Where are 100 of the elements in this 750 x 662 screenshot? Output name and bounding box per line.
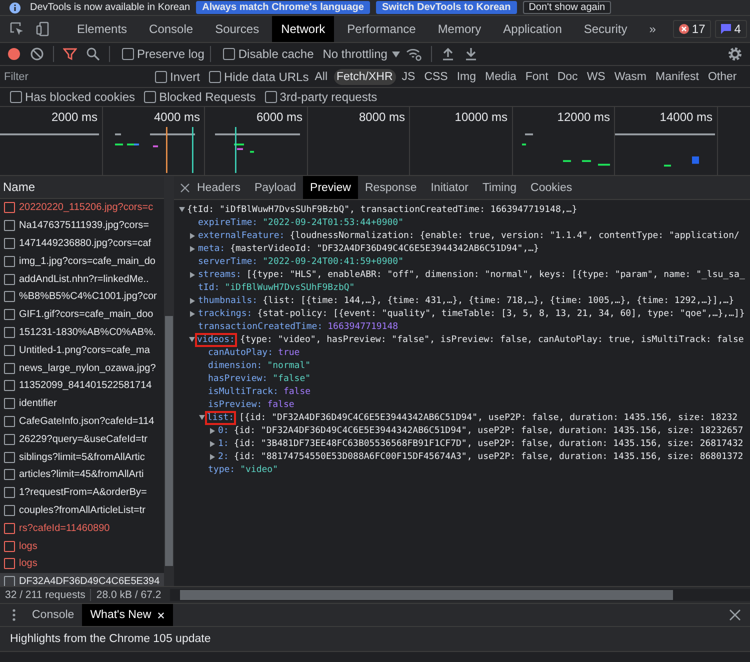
checkbox[interactable] [10,91,22,103]
panel-tab[interactable]: Console [140,16,202,42]
banner-button[interactable]: Don't show again [522,1,612,14]
property-key[interactable]: meta: [198,244,226,254]
request-row[interactable]: addAndList.nhn?r=linkedMe.. [0,270,164,288]
checkbox-label[interactable]: Preserve log [137,47,204,61]
request-row[interactable]: articles?limit=45&fromAllArti [0,466,164,484]
request-row[interactable]: GIF1.gif?cors=cafe_main_doo [0,306,164,324]
request-row[interactable]: 11352099_841401522581714 [0,376,164,395]
detail-tab[interactable]: Headers [190,176,248,199]
type-filter-button[interactable]: Other [704,68,740,84]
banner-button[interactable]: Switch DevTools to Korean [376,1,517,14]
panel-tab[interactable]: Performance [338,16,425,42]
request-row[interactable]: Untitled-1.png?cors=cafe_ma [0,341,164,360]
checkbox-label[interactable]: Blocked Requests [159,90,256,104]
expand-triangle-icon[interactable] [210,428,215,434]
detail-tab[interactable]: Initiator [424,176,476,199]
detail-tab[interactable]: Timing [475,176,524,199]
detail-tab[interactable]: Payload [247,176,304,199]
panel-tab[interactable]: Memory [428,16,490,42]
property-key[interactable]: 2: [218,452,229,462]
request-row[interactable]: logs [0,537,164,555]
property-key[interactable]: 1: [218,438,229,448]
expand-triangle-icon[interactable] [190,272,195,278]
upload-icon[interactable] [441,47,456,61]
more-tabs-button[interactable]: » [640,16,665,42]
property-key[interactable]: transactionCreatedTime: [198,322,323,332]
property-key[interactable]: isPreview: [208,400,262,410]
settings-icon[interactable] [727,46,743,62]
expand-triangle-icon[interactable] [199,415,205,420]
property-key[interactable]: videos: [197,334,235,344]
request-row[interactable]: %B8%B5%C4%C1001.jpg?cor [0,288,164,306]
request-row[interactable]: 26229?query=&useCafeId=tr [0,430,164,448]
request-row[interactable]: news_large_nylon_ozawa.jpg? [0,359,164,377]
detail-tab[interactable]: Cookies [524,176,580,199]
expand-triangle-icon[interactable] [190,246,195,252]
detail-tab[interactable]: Response [358,176,424,199]
expand-triangle-icon[interactable] [190,232,195,238]
checkbox[interactable] [223,48,236,60]
panel-tab[interactable]: Sources [206,16,268,42]
expand-triangle-icon[interactable] [210,454,215,460]
checkbox-label[interactable]: 3rd-party requests [280,90,378,104]
checkbox[interactable] [264,91,277,103]
banner-button[interactable]: Always match Chrome's language [196,1,370,14]
expand-triangle-icon[interactable] [189,337,195,342]
property-key[interactable]: type: [208,464,236,474]
request-row[interactable]: identifier [0,394,164,413]
request-row[interactable]: DF32A4DF36D49C4C6E5E394 [0,572,164,586]
error-count-badge[interactable]: 17 [672,20,712,38]
panel-tab[interactable]: Application [494,16,571,42]
checkbox-label[interactable]: Invert [170,70,200,84]
type-filter-button[interactable]: WS [584,68,608,84]
network-conditions-icon[interactable] [406,46,422,62]
property-key[interactable]: dimension: [208,360,262,370]
search-icon[interactable] [86,47,100,61]
request-row[interactable]: CafeGateInfo.json?cafeId=114 [0,412,164,430]
type-filter-button[interactable]: Wasm [611,68,650,84]
type-filter-button[interactable]: Doc [554,68,581,84]
property-key[interactable]: streams: [198,270,242,280]
request-row[interactable]: rs?cafeId=11460890 [0,519,164,538]
checkbox[interactable] [155,70,167,82]
expand-triangle-icon[interactable] [210,440,215,446]
checkbox-label[interactable]: Hide data URLs [224,70,309,84]
checkbox[interactable] [144,91,156,103]
device-toolbar-icon[interactable] [35,21,51,37]
type-filter-button[interactable]: Img [454,68,480,84]
request-row[interactable]: 1471449236880.jpg?cors=caf [0,234,164,252]
drawer-tab[interactable]: What's New [82,604,174,626]
expand-triangle-icon[interactable] [190,298,195,304]
request-row[interactable]: logs [0,554,164,573]
scrollbar[interactable] [165,316,173,566]
panel-tab[interactable]: Network [272,16,334,42]
property-key[interactable]: serverTime: [198,256,258,266]
type-filter-button[interactable]: Font [522,68,552,84]
type-filter-button[interactable]: JS [398,68,418,84]
property-key[interactable]: tId: [198,282,220,292]
checkbox[interactable] [122,48,134,60]
request-row[interactable]: couples?fromAllArticleList=tr [0,502,164,520]
request-row[interactable]: 1?requestFrom=A&orderBy= [0,484,164,502]
detail-tab[interactable]: Preview [303,176,358,199]
request-row[interactable]: Na1476375111939.jpg?cors= [0,216,164,235]
message-count-badge[interactable]: 4 [715,20,747,38]
record-icon[interactable] [7,47,21,61]
expand-triangle-icon[interactable] [190,310,195,316]
property-key[interactable]: canAutoPlay: [208,348,274,358]
panel-tab[interactable]: Elements [68,16,136,42]
panel-tab[interactable]: Security [574,16,636,42]
property-key[interactable]: expireTime: [198,218,258,228]
name-column-header[interactable]: Name [3,180,36,194]
checkbox-label[interactable]: Has blocked cookies [25,90,136,104]
property-key[interactable]: trackings: [198,308,252,318]
type-filter-button[interactable]: All [312,68,331,84]
checkbox[interactable] [209,70,222,82]
type-filter-button[interactable]: Manifest [652,68,702,84]
download-icon[interactable] [464,47,478,61]
type-filter-button[interactable]: CSS [421,68,451,84]
property-key[interactable]: thumbnails: [198,296,258,306]
filter-icon[interactable] [63,47,77,61]
request-row[interactable]: 151231-1830%AB%C0%AB%. [0,324,164,342]
property-key[interactable]: isMultiTrack: [208,386,278,396]
